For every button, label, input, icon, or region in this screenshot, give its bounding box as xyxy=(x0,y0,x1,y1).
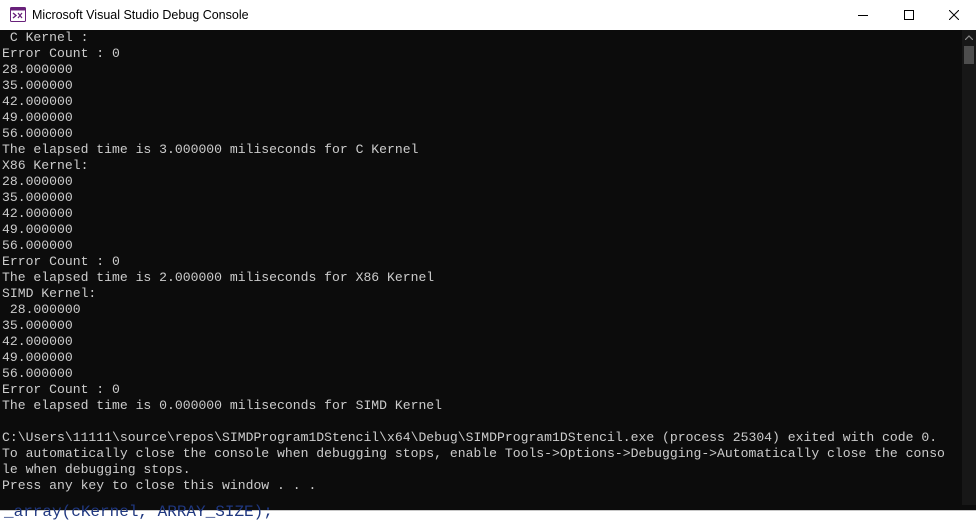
console-line: X86 Kernel: xyxy=(2,158,89,173)
console-line: 56.000000 xyxy=(2,238,73,253)
close-button[interactable] xyxy=(932,0,976,30)
console-line: To automatically close the console when … xyxy=(2,446,945,461)
console-line: C Kernel : xyxy=(2,30,89,45)
console-line: 49.000000 xyxy=(2,350,73,365)
scrollbar-thumb[interactable] xyxy=(964,46,974,64)
console-line: The elapsed time is 0.000000 miliseconds… xyxy=(2,398,443,413)
console-line: 28.000000 xyxy=(2,62,73,77)
console-line: 56.000000 xyxy=(2,366,73,381)
minimize-icon xyxy=(858,15,868,16)
console-line: 35.000000 xyxy=(2,190,73,205)
close-icon xyxy=(949,10,959,20)
console-line: Error Count : 0 xyxy=(2,46,120,61)
console-line: le when debugging stops. xyxy=(2,462,191,477)
maximize-icon xyxy=(904,10,914,20)
console-line: 49.000000 xyxy=(2,110,73,125)
minimize-button[interactable] xyxy=(840,0,886,30)
console-line: C:\Users\11111\source\repos\SIMDProgram1… xyxy=(2,430,938,445)
console-line: Press any key to close this window . . . xyxy=(2,478,317,493)
console-line: 28.000000 xyxy=(2,302,81,317)
console-output-text: C Kernel : Error Count : 0 28.000000 35.… xyxy=(0,30,962,494)
console-line: 35.000000 xyxy=(2,318,73,333)
window-title: Microsoft Visual Studio Debug Console xyxy=(32,8,249,22)
chevron-up-icon xyxy=(965,34,973,40)
console-line: 49.000000 xyxy=(2,222,73,237)
visual-studio-console-icon xyxy=(10,7,26,22)
console-line: SIMD Kernel: xyxy=(2,286,97,301)
console-line: 56.000000 xyxy=(2,126,73,141)
console-line: 28.000000 xyxy=(2,174,73,189)
scroll-up-button[interactable] xyxy=(962,30,976,44)
console-line: The elapsed time is 2.000000 miliseconds… xyxy=(2,270,435,285)
console-line: 42.000000 xyxy=(2,334,73,349)
debug-console-window: Microsoft Visual Studio Debug Console C … xyxy=(0,0,976,511)
console-line: 35.000000 xyxy=(2,78,73,93)
vertical-scrollbar[interactable] xyxy=(962,30,976,505)
console-line: 42.000000 xyxy=(2,206,73,221)
console-line: Error Count : 0 xyxy=(2,254,120,269)
title-bar[interactable]: Microsoft Visual Studio Debug Console xyxy=(0,0,976,30)
console-output-area[interactable]: C Kernel : Error Count : 0 28.000000 35.… xyxy=(0,30,962,505)
console-line: Error Count : 0 xyxy=(2,382,120,397)
console-line: The elapsed time is 3.000000 miliseconds… xyxy=(2,142,419,157)
console-line: 42.000000 xyxy=(2,94,73,109)
maximize-button[interactable] xyxy=(886,0,932,30)
background-editor-code: _array(cKernel, ARRAY_SIZE); xyxy=(4,503,273,521)
